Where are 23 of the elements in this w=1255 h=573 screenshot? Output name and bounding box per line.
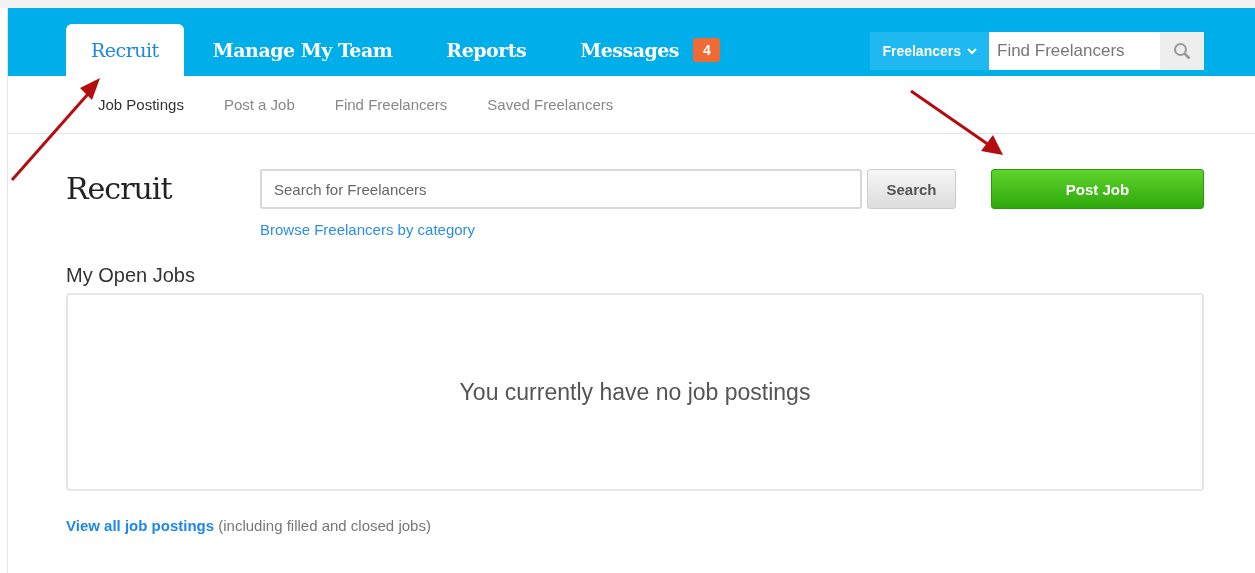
scope-dropdown[interactable]: Freelancers <box>870 32 989 70</box>
search-button[interactable]: Search <box>867 169 956 209</box>
browse-link[interactable]: Browse Freelancers by category <box>260 221 956 238</box>
post-job-button[interactable]: Post Job <box>991 169 1204 209</box>
nav-tab[interactable]: Reports <box>421 24 552 76</box>
section-title: My Open Jobs <box>66 264 196 287</box>
chevron-icon <box>967 47 977 55</box>
search-field[interactable]: Find Freelancers <box>989 32 1160 70</box>
subnav-link[interactable]: Job Postings <box>98 96 184 113</box>
empty-message: You currently have no job postings <box>459 378 811 406</box>
page-title: Recruit <box>66 170 173 206</box>
nav-tab[interactable]: Recruit <box>66 24 184 76</box>
search-field[interactable]: Search for Freelancers <box>260 169 862 209</box>
subnav-link[interactable]: Post a Job <box>223 96 295 113</box>
subnav-link[interactable]: Saved Freelancers <box>487 96 614 113</box>
subnav-link[interactable]: Find Freelancers <box>334 96 448 113</box>
footer-note: (including filled and closed jobs) <box>218 517 431 534</box>
count-badge: 4 <box>693 38 721 62</box>
search-button[interactable] <box>1160 32 1204 70</box>
view-all-link[interactable]: View all job postings <box>66 517 215 534</box>
nav-tab[interactable]: Manage My Team <box>187 24 418 76</box>
search-icon <box>1173 42 1191 60</box>
nav-tab[interactable]: Messages 4 <box>555 24 746 76</box>
